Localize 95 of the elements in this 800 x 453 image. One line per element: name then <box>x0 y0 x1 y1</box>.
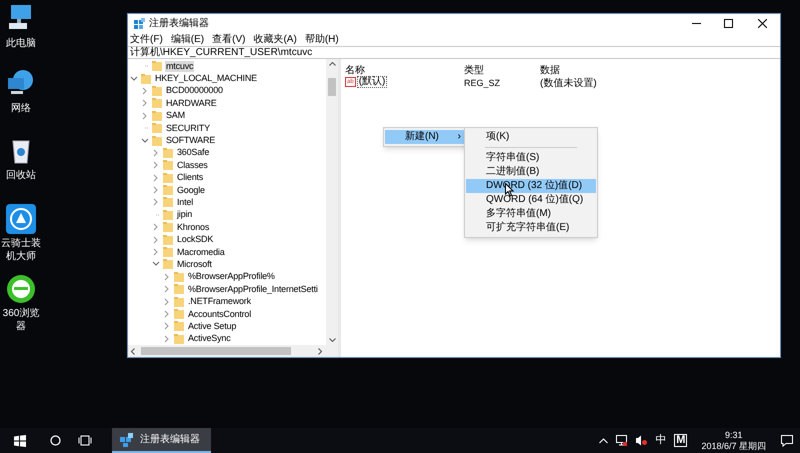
menu-item[interactable]: 收藏夹(A) <box>253 34 297 44</box>
column-header[interactable]: 名称 <box>345 64 365 76</box>
folder-icon <box>163 259 173 270</box>
folder-icon <box>163 234 173 245</box>
tree-item[interactable]: SECURITY <box>165 122 211 134</box>
circle-icon <box>50 435 60 446</box>
column-header[interactable]: 类型 <box>464 64 484 76</box>
tree-item[interactable]: Google <box>176 184 206 196</box>
folder-icon <box>174 296 184 307</box>
folder-icon <box>163 148 173 158</box>
folder-icon <box>174 334 184 344</box>
minimize-icon <box>692 23 700 24</box>
scroll-thumb[interactable] <box>141 347 291 355</box>
desktop-icon-label[interactable]: 回收站 <box>0 169 42 182</box>
folder-icon <box>152 86 162 96</box>
folder-icon <box>152 98 162 108</box>
menu-item[interactable]: 编辑(E) <box>170 34 204 44</box>
chevron-up-icon <box>599 438 608 444</box>
desktop-icon-label[interactable]: 360浏览器 <box>0 307 42 333</box>
vertical-scrollbar[interactable] <box>326 59 338 345</box>
network-error-icon <box>616 435 628 446</box>
tree-item[interactable]: HARDWARE <box>165 98 218 109</box>
muted-speaker-icon <box>636 435 648 446</box>
menu-item[interactable]: 文件(F) <box>130 34 163 44</box>
input-method-indicator[interactable]: 中 <box>655 435 666 446</box>
folder-icon <box>152 61 162 72</box>
folder-icon <box>163 185 173 196</box>
tree-item[interactable]: AccountsControl <box>187 308 252 320</box>
folder-icon <box>163 197 173 208</box>
speech-bubble-icon <box>781 434 793 446</box>
tree-item[interactable]: 360Safe <box>176 147 210 158</box>
desktop-icon-label[interactable]: 云骑士装机大师 <box>0 237 42 263</box>
menu-item[interactable]: QWORD (64 位)值(Q) <box>466 193 596 207</box>
folder-icon <box>163 247 173 258</box>
folder-icon <box>141 74 151 84</box>
menu-item[interactable]: 查看(V) <box>212 34 246 44</box>
menu-item[interactable]: 二进制值(B) <box>466 165 596 179</box>
folder-icon <box>174 309 184 319</box>
tree-item[interactable]: Clients <box>176 172 204 184</box>
horizontal-scrollbar[interactable] <box>128 345 338 357</box>
folder-icon <box>163 160 173 170</box>
taskbar-app-button[interactable]: 注册表编辑器 <box>112 428 211 453</box>
folder-icon <box>152 136 162 146</box>
window-title: 注册表编辑器 <box>149 16 209 31</box>
column-header[interactable]: 数据 <box>540 64 560 76</box>
scroll-right-icon <box>318 348 322 354</box>
folder-icon <box>152 123 162 134</box>
input-mode-indicator[interactable]: M <box>674 434 688 447</box>
tree-item[interactable]: HKEY_LOCAL_MACHINE <box>154 73 258 84</box>
scroll-left-icon <box>131 348 135 354</box>
folder-icon <box>174 321 184 332</box>
task-view-icon <box>78 435 92 446</box>
folder-icon <box>163 172 173 183</box>
folder-icon <box>174 272 184 282</box>
folder-icon <box>174 284 184 294</box>
menu-item[interactable]: 字符串值(S) <box>466 151 596 165</box>
menu-item[interactable]: 项(K) <box>466 130 596 144</box>
scroll-up-icon <box>328 62 336 66</box>
address-bar[interactable]: 计算机\HKEY_CURRENT_USER\mtcuvc <box>128 46 780 59</box>
registry-app-icon <box>134 18 145 29</box>
tree-item[interactable]: ActiveSync <box>187 333 232 344</box>
folder-icon <box>163 210 173 220</box>
maximize-icon <box>724 19 732 28</box>
tree-item[interactable]: .NETFramework <box>187 296 252 308</box>
tree-item[interactable]: Macromedia <box>176 246 226 258</box>
tree-item[interactable]: Active Setup <box>187 320 238 332</box>
tree-item[interactable]: SAM <box>165 110 186 122</box>
desktop-icon-label[interactable]: 网络 <box>0 102 42 115</box>
close-icon <box>758 19 766 28</box>
tree-item[interactable]: mtcuvc <box>165 60 194 72</box>
tree-item[interactable]: SOFTWARE <box>165 135 216 146</box>
folder-icon <box>163 222 173 232</box>
tree-item[interactable]: Classes <box>176 160 209 171</box>
registry-app-icon <box>120 432 134 446</box>
tree-item[interactable]: jipin <box>176 209 194 220</box>
tree-item[interactable]: %BrowserAppProfile_InternetSetti <box>187 284 319 295</box>
menu-item[interactable]: 新建(N) › <box>385 130 467 144</box>
tree-item[interactable]: Microsoft <box>176 258 213 270</box>
tree-item[interactable]: LockSDK <box>176 234 214 246</box>
table-cell: (数值未设置) <box>540 78 597 89</box>
tree-item[interactable]: %BrowserAppProfile% <box>187 271 276 282</box>
menu-item[interactable]: 可扩充字符串值(E) <box>466 221 596 235</box>
menu-item[interactable]: 多字符串值(M) <box>466 207 596 221</box>
table-cell[interactable]: (默认) <box>356 76 388 88</box>
clock[interactable]: 9:31 2018/6/7 星期四 <box>701 430 766 452</box>
tree-item[interactable]: BCD00000000 <box>165 85 224 96</box>
scroll-thumb[interactable] <box>328 78 336 96</box>
folder-icon <box>152 110 162 121</box>
table-cell: REG_SZ <box>464 78 500 88</box>
tree-item[interactable]: Intel <box>176 196 194 208</box>
menu-item[interactable]: 帮助(H) <box>304 34 339 44</box>
scroll-down-icon <box>328 338 336 342</box>
desktop-icon-label[interactable]: 此电脑 <box>0 37 42 50</box>
windows-logo-icon <box>14 434 26 446</box>
tree-item[interactable]: Khronos <box>176 222 210 233</box>
